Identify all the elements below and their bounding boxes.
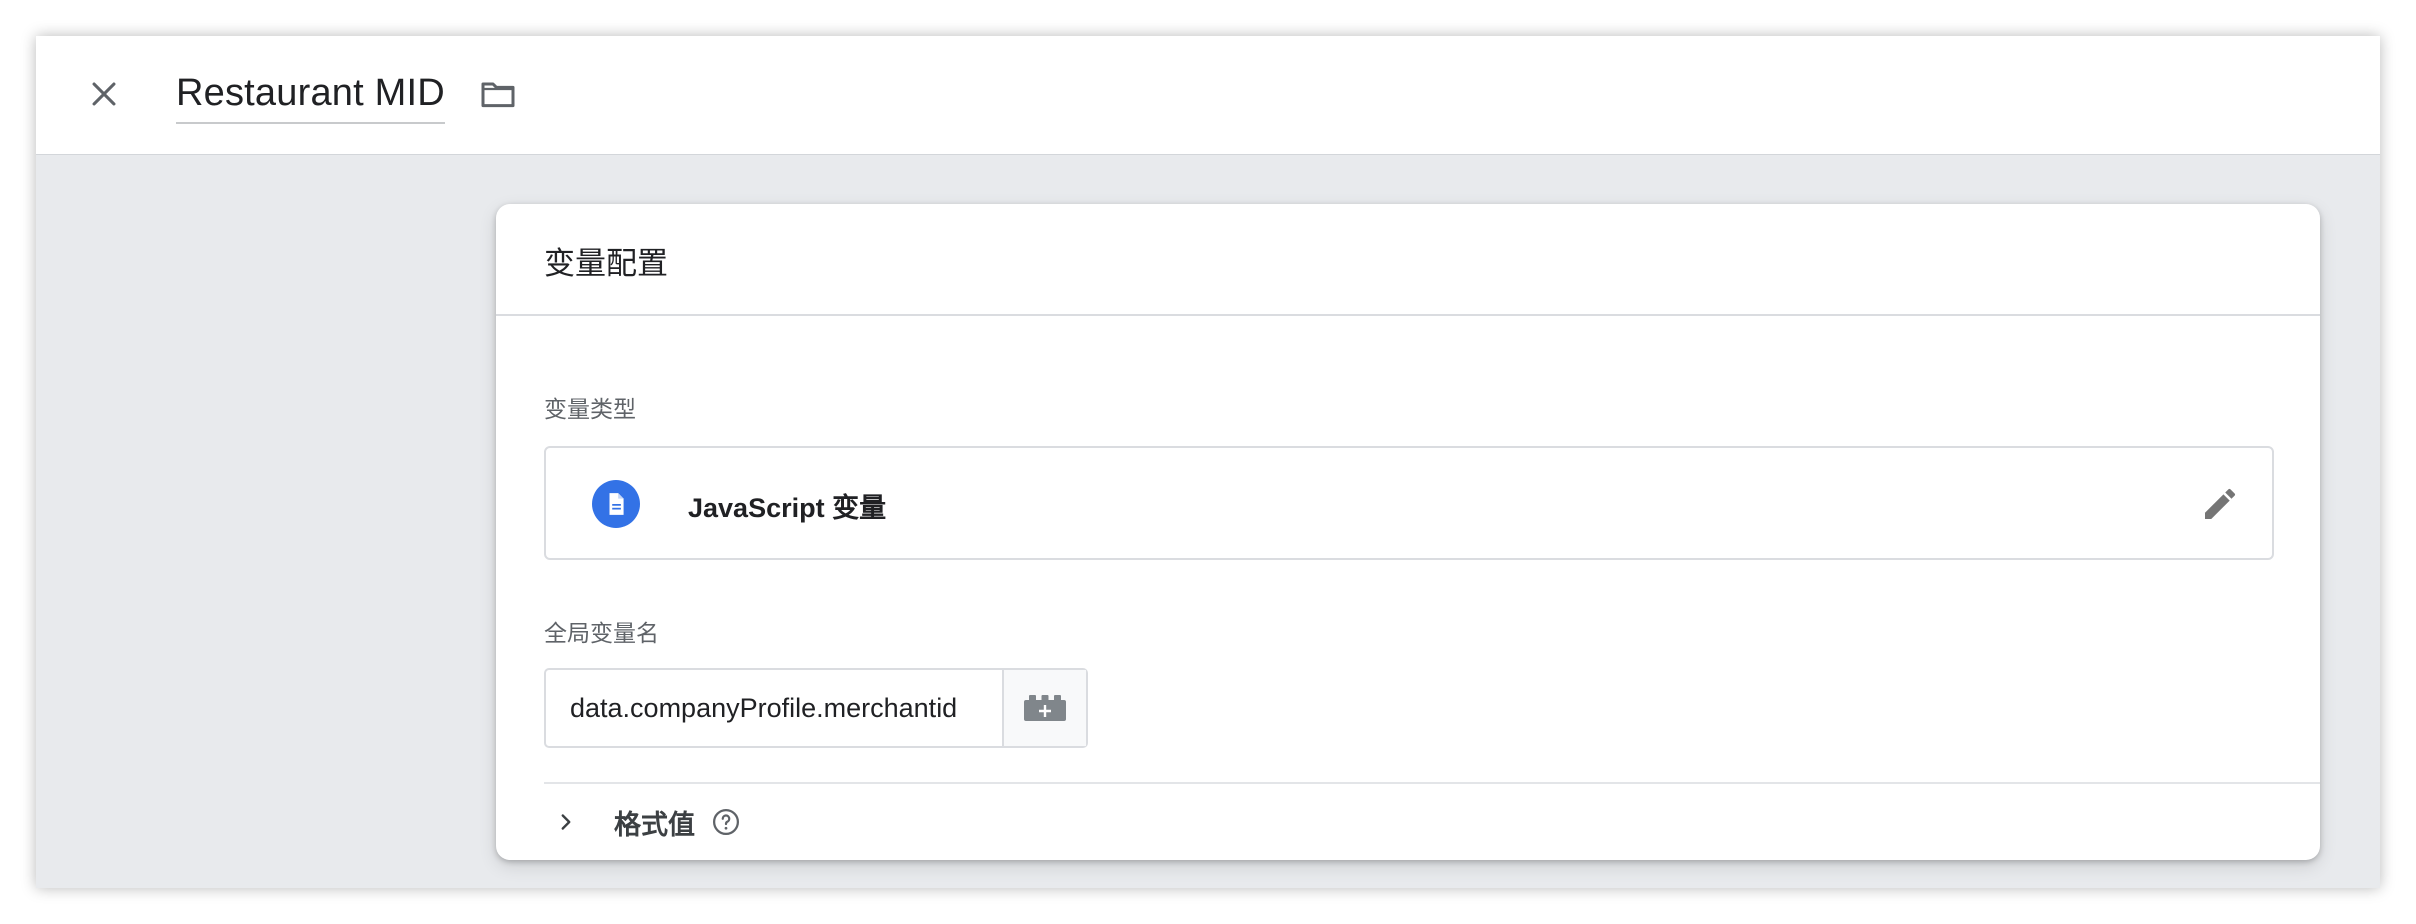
format-value-label: 格式值	[614, 809, 695, 840]
lego-brick-icon	[1024, 695, 1066, 721]
help-circle-icon[interactable]	[709, 805, 743, 839]
section-divider	[544, 782, 2320, 784]
card-header: 变量配置	[496, 204, 2320, 316]
global-variable-input[interactable]	[546, 670, 1002, 746]
variable-type-label: 变量类型	[544, 396, 636, 422]
global-variable-input-group	[544, 668, 1088, 748]
document-icon	[592, 480, 640, 528]
variable-name-field[interactable]: Restaurant MID	[176, 64, 445, 124]
top-bar: Restaurant MID	[36, 36, 2380, 155]
variable-name-text: Restaurant MID	[176, 71, 445, 114]
variable-type-name: JavaScript 变量	[688, 493, 887, 523]
variable-type-selector[interactable]: JavaScript 变量	[544, 446, 2274, 560]
global-variable-name-label: 全局变量名	[544, 620, 659, 646]
folder-icon	[481, 82, 515, 108]
close-button[interactable]	[82, 72, 126, 116]
format-value-toggle[interactable]: 格式值	[544, 784, 743, 860]
folder-button[interactable]	[474, 70, 522, 118]
variable-configuration-card: 变量配置 变量类型 JavaScript 变量 全局变量名 data.compa…	[496, 204, 2320, 860]
edit-type-button[interactable]	[2198, 482, 2242, 526]
insert-variable-button[interactable]	[1002, 670, 1086, 746]
chevron-right-icon	[544, 800, 588, 844]
card-title: 变量配置	[544, 246, 668, 281]
close-icon	[92, 82, 116, 106]
variable-editor-window: Restaurant MID 变量配置 变量类型 JavaScript 变量 全…	[36, 36, 2380, 888]
pencil-icon	[2205, 488, 2236, 519]
